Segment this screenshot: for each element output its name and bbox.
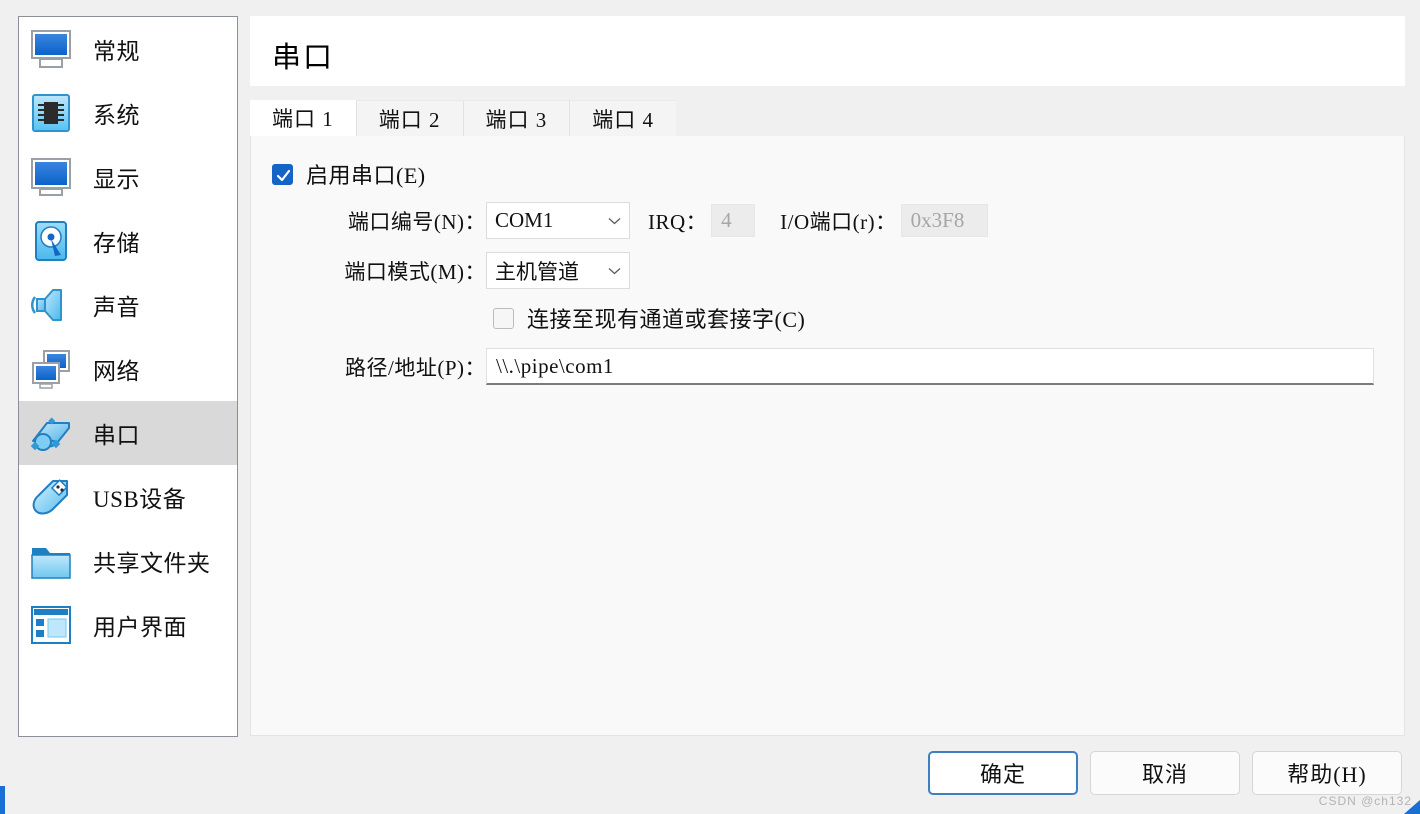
port-number-select[interactable]: COM1	[486, 202, 630, 239]
tab-port-4[interactable]: 端口 4	[569, 100, 676, 136]
tab-bar: 端口 1 端口 2 端口 3 端口 4	[250, 100, 1405, 136]
sidebar-item-label: 存储	[93, 231, 140, 256]
chip-system-icon	[32, 94, 70, 132]
connect-existing-row[interactable]: 连接至现有通道或套接字(C)	[493, 302, 805, 334]
dialog-button-bar: 确定 取消 帮助(H)	[928, 751, 1402, 795]
port-number-label: 端口编号(N)：	[347, 209, 486, 234]
checkmark-icon	[276, 169, 291, 181]
harddisk-storage-icon	[35, 221, 67, 261]
path-address-input[interactable]: \\.\pipe\com1	[486, 348, 1374, 385]
tab-port-1[interactable]: 端口 1	[250, 100, 356, 136]
speaker-audio-icon	[31, 289, 62, 321]
ok-button[interactable]: 确定	[928, 751, 1078, 795]
tab-port-3[interactable]: 端口 3	[462, 100, 570, 136]
sidebar-item-label: 网络	[93, 359, 140, 384]
sidebar-item-system[interactable]: 系统	[19, 81, 237, 145]
user-interface-icon	[31, 606, 71, 644]
connect-existing-label: 连接至现有通道或套接字(C)	[527, 307, 806, 332]
enable-serial-port-row[interactable]: 启用串口(E)	[272, 158, 426, 190]
io-port-label: I/O端口(r)：	[780, 209, 897, 234]
sidebar-item-shared-folders[interactable]: 共享文件夹	[19, 529, 237, 593]
network-icon	[32, 350, 70, 389]
sidebar-item-label: 用户界面	[93, 615, 187, 640]
sidebar-item-label: 共享文件夹	[93, 551, 211, 576]
irq-label: IRQ：	[648, 209, 708, 234]
sidebar-item-user-interface[interactable]: 用户界面	[19, 593, 237, 657]
sidebar-item-label: 串口	[93, 423, 140, 448]
port-mode-value: 主机管道	[495, 259, 579, 284]
enable-serial-port-label: 启用串口(E)	[306, 163, 426, 188]
enable-serial-port-checkbox[interactable]	[272, 163, 293, 185]
page-title: 串口	[272, 42, 335, 74]
corner-artifact-left	[0, 786, 5, 814]
header-panel: 串口	[250, 16, 1405, 86]
chevron-down-icon	[608, 267, 621, 274]
port-mode-row: 端口模式(M)： 主机管道	[251, 252, 630, 289]
settings-sidebar: 常规 系统 显示 存储 声音 网络 串口 USB设备 共享文件夹 用户界面	[18, 16, 238, 737]
cancel-button[interactable]: 取消	[1090, 751, 1240, 795]
serial-port-icon	[30, 417, 70, 451]
usb-icon	[32, 479, 68, 515]
monitor-general-icon	[31, 30, 71, 68]
sidebar-item-general[interactable]: 常规	[19, 17, 237, 81]
sidebar-item-serial-port[interactable]: 串口	[19, 401, 237, 465]
serial-port-settings-panel: 启用串口(E) 端口编号(N)： COM1 IRQ： 4 I/O端口(r)： 0…	[250, 136, 1405, 736]
folder-shared-icon	[31, 548, 71, 579]
tab-port-2[interactable]: 端口 2	[355, 100, 463, 136]
sidebar-item-display[interactable]: 显示	[19, 145, 237, 209]
io-port-field[interactable]: 0x3F8	[900, 204, 988, 237]
path-address-label: 路径/地址(P)：	[345, 355, 486, 380]
path-address-row: 路径/地址(P)： \\.\pipe\com1	[251, 348, 1380, 385]
port-number-row: 端口编号(N)： COM1 IRQ： 4 I/O端口(r)： 0x3F8	[251, 202, 988, 239]
sidebar-item-label: USB设备	[93, 487, 187, 512]
irq-field[interactable]: 4	[711, 204, 756, 237]
sidebar-item-usb[interactable]: USB设备	[19, 465, 237, 529]
sidebar-item-audio[interactable]: 声音	[19, 273, 237, 337]
sidebar-item-label: 常规	[93, 39, 140, 64]
sidebar-item-label: 声音	[93, 295, 140, 320]
chevron-down-icon	[608, 217, 621, 224]
display-icon	[31, 158, 71, 196]
port-mode-select[interactable]: 主机管道	[486, 252, 630, 289]
sidebar-item-network[interactable]: 网络	[19, 337, 237, 401]
port-number-value: COM1	[495, 208, 554, 232]
watermark: CSDN @ch132	[1318, 794, 1412, 808]
sidebar-item-label: 系统	[93, 103, 140, 128]
port-mode-label: 端口模式(M)：	[344, 259, 486, 284]
connect-existing-checkbox[interactable]	[493, 307, 514, 329]
help-button[interactable]: 帮助(H)	[1252, 751, 1402, 795]
sidebar-item-label: 显示	[93, 167, 140, 192]
sidebar-item-storage[interactable]: 存储	[19, 209, 237, 273]
